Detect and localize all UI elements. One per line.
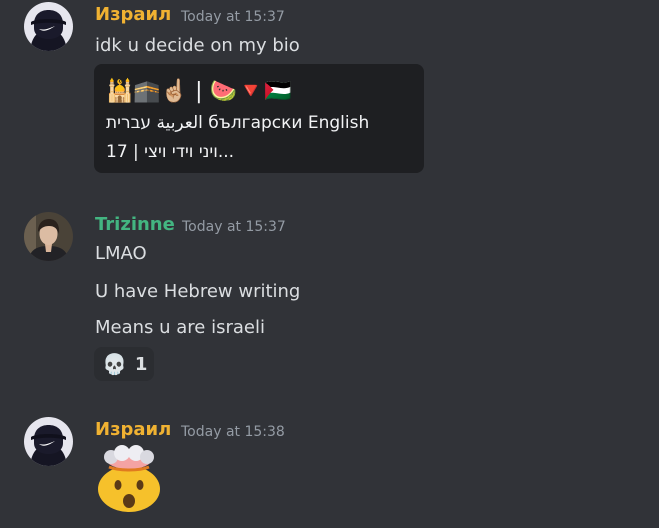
message-text: idk u decide on my bio xyxy=(95,35,300,56)
message-text: U have Hebrew writing xyxy=(95,281,301,302)
skull-reaction[interactable]: 💀 1 xyxy=(94,347,154,381)
author-name[interactable]: Израил xyxy=(95,419,171,441)
avatar[interactable] xyxy=(24,417,73,466)
skull-icon: 💀 xyxy=(102,352,127,376)
author-name[interactable]: Trizinne xyxy=(95,214,175,236)
message-text: Means u are israeli xyxy=(95,317,265,338)
message-text: LMAO xyxy=(95,243,147,264)
timestamp: Today at 15:37 xyxy=(181,9,285,25)
reaction-count: 1 xyxy=(134,353,148,375)
bio-embed[interactable]: 🕌🕋☝🏼 | 🍉🔻🇵🇸 العربية עברית български Engl… xyxy=(94,64,424,173)
avatar[interactable] xyxy=(24,212,73,261)
timestamp: Today at 15:38 xyxy=(181,424,285,440)
timestamp: Today at 15:37 xyxy=(182,219,286,235)
exploding-head-icon xyxy=(95,445,163,513)
embed-emoji-line: 🕌🕋☝🏼 | 🍉🔻🇵🇸 xyxy=(106,79,292,104)
author-name[interactable]: Израил xyxy=(95,4,171,26)
embed-languages-line: العربية עברית български English xyxy=(106,113,370,133)
avatar[interactable] xyxy=(24,2,73,51)
chat-messages: Израил Today at 15:37 idk u decide on my… xyxy=(0,0,659,528)
embed-truncated-line: 17 | ויני וידי ויצי... xyxy=(106,142,235,162)
embed-fade xyxy=(106,163,412,173)
